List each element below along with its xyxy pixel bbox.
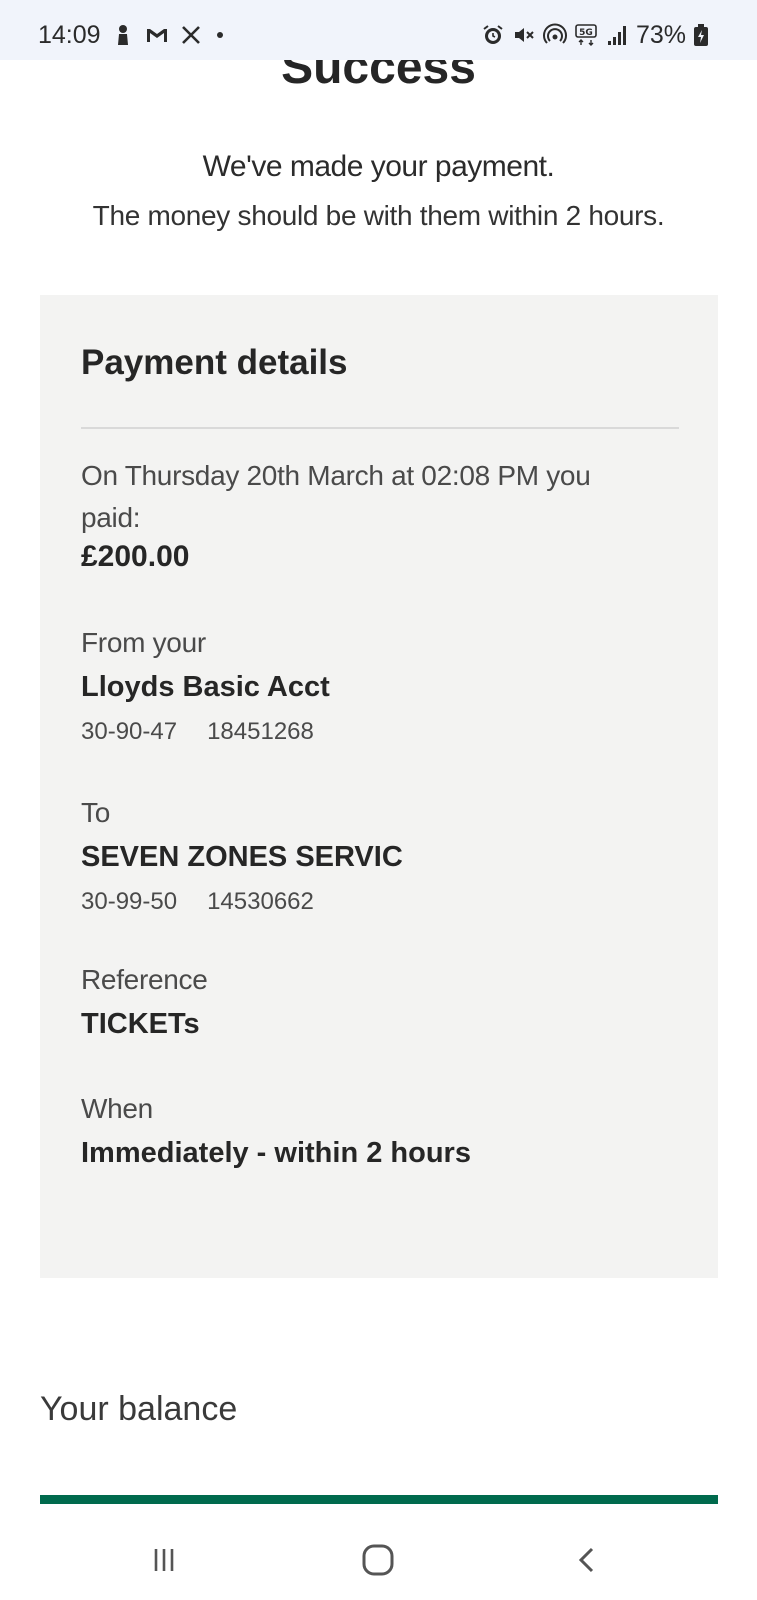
from-sort-code: 30-90-47 bbox=[81, 718, 178, 745]
success-sub-message: The money should be with them within 2 h… bbox=[92, 200, 665, 231]
network-label: 5G bbox=[579, 28, 593, 38]
back-icon bbox=[573, 1545, 603, 1575]
status-bar: 14:09 5G 73% bbox=[0, 0, 757, 60]
your-balance-heading: Your balance bbox=[40, 1390, 238, 1428]
person-icon bbox=[111, 23, 135, 47]
to-payee-name: SEVEN ZONES SERVIC bbox=[81, 841, 403, 873]
5g-icon: 5G bbox=[574, 23, 598, 47]
home-icon bbox=[361, 1543, 395, 1577]
battery-charging-icon bbox=[693, 23, 709, 47]
hotspot-icon bbox=[542, 23, 567, 47]
reference-value: TICKETs bbox=[81, 1008, 200, 1040]
status-bar-left: 14:09 bbox=[38, 18, 223, 52]
to-account-details: 30-99-50 14530662 bbox=[81, 888, 314, 916]
to-sort-code: 30-99-50 bbox=[81, 888, 178, 915]
payment-details-title: Payment details bbox=[81, 343, 348, 382]
card-divider bbox=[81, 427, 679, 429]
signal-icon bbox=[605, 23, 629, 47]
paid-text: On Thursday 20th March at 02:08 PM you p… bbox=[81, 460, 591, 533]
gmail-icon bbox=[145, 23, 169, 47]
notification-dot bbox=[216, 32, 223, 38]
recent-apps-icon bbox=[149, 1545, 179, 1575]
from-account-name: Lloyds Basic Acct bbox=[81, 671, 330, 703]
home-button[interactable] bbox=[356, 1538, 400, 1582]
mute-icon bbox=[512, 23, 536, 47]
to-account-number: 14530662 bbox=[207, 888, 314, 915]
recent-apps-button[interactable] bbox=[142, 1538, 186, 1582]
tools-icon bbox=[179, 23, 203, 47]
from-label: From your bbox=[81, 627, 206, 658]
when-value: Immediately - within 2 hours bbox=[81, 1137, 471, 1169]
payment-details-card: Payment details On Thursday 20th March a… bbox=[40, 295, 718, 1278]
balance-card-top-bar bbox=[40, 1495, 718, 1504]
payment-amount: £200.00 bbox=[81, 540, 190, 573]
from-account-number: 18451268 bbox=[207, 718, 314, 745]
to-label: To bbox=[81, 797, 110, 828]
alarm-icon bbox=[481, 23, 505, 47]
reference-label: Reference bbox=[81, 964, 208, 995]
when-label: When bbox=[81, 1093, 153, 1124]
battery-percent: 73% bbox=[635, 20, 686, 49]
success-message: We've made your payment. bbox=[202, 150, 555, 183]
back-button[interactable] bbox=[566, 1538, 610, 1582]
navigation-bar bbox=[0, 1520, 757, 1600]
from-account-details: 30-90-47 18451268 bbox=[81, 718, 314, 746]
status-time: 14:09 bbox=[38, 20, 101, 49]
status-bar-right: 5G 73% bbox=[481, 18, 709, 52]
